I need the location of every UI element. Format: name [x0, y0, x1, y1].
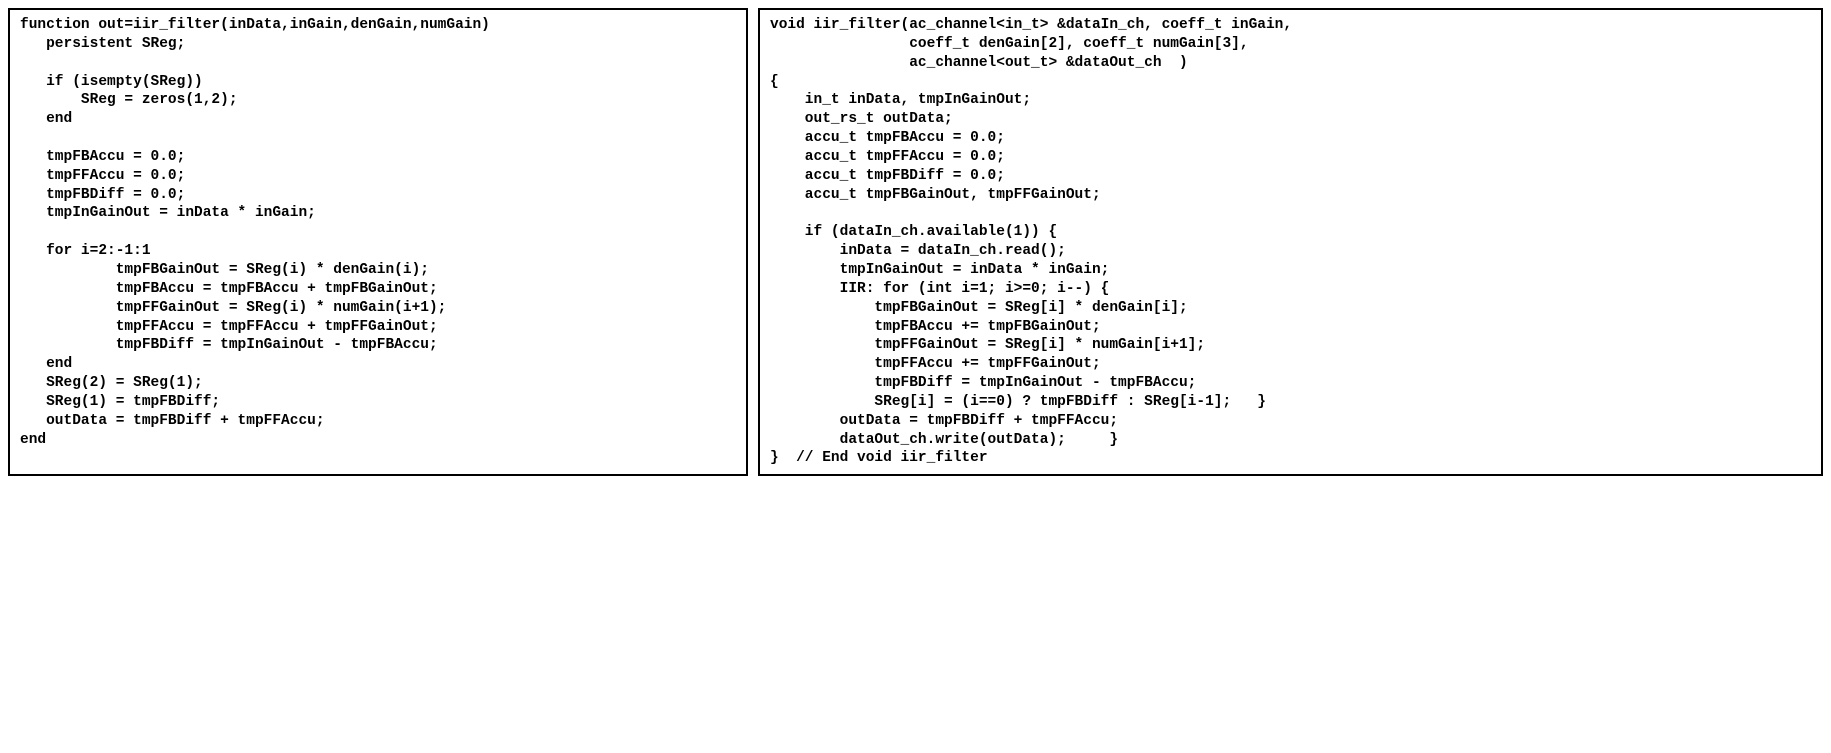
code-line: tmpFFGainOut = SReg(i) * numGain(i+1); — [20, 300, 446, 316]
code-line: SReg(2) = SReg(1); — [20, 375, 203, 391]
code-line: end — [20, 356, 72, 372]
code-line: SReg = zeros(1,2); — [20, 92, 238, 108]
code-line: SReg(1) = tmpFBDiff; — [20, 394, 220, 410]
code-comparison-container: function out=iir_filter(inData,inGain,de… — [8, 8, 1823, 476]
code-line: tmpInGainOut = inData * inGain; — [770, 262, 1109, 278]
code-line: persistent SReg; — [20, 36, 185, 52]
code-line: tmpInGainOut = inData * inGain; — [20, 205, 316, 221]
code-line: outData = tmpFBDiff + tmpFFAccu; — [770, 413, 1118, 429]
code-line: { — [770, 74, 779, 90]
code-line: accu_t tmpFBGainOut, tmpFFGainOut; — [770, 187, 1101, 203]
code-line: accu_t tmpFFAccu = 0.0; — [770, 149, 1005, 165]
code-line: tmpFBGainOut = SReg[i] * denGain[i]; — [770, 300, 1188, 316]
code-line: IIR: for (int i=1; i>=0; i--) { — [770, 281, 1109, 297]
matlab-code-box: function out=iir_filter(inData,inGain,de… — [8, 8, 748, 476]
code-line: coeff_t denGain[2], coeff_t numGain[3], — [770, 36, 1249, 52]
code-line: accu_t tmpFBAccu = 0.0; — [770, 130, 1005, 146]
code-line: if (isempty(SReg)) — [20, 74, 203, 90]
code-line: function out=iir_filter(inData,inGain,de… — [20, 17, 490, 33]
code-line: ac_channel<out_t> &dataOut_ch ) — [770, 55, 1188, 71]
code-line: tmpFFAccu += tmpFFGainOut; — [770, 356, 1101, 372]
code-line: for i=2:-1:1 — [20, 243, 151, 259]
code-line: tmpFFAccu = tmpFFAccu + tmpFFGainOut; — [20, 319, 438, 335]
code-line: } // End void iir_filter — [770, 450, 988, 466]
code-line: tmpFBAccu += tmpFBGainOut; — [770, 319, 1101, 335]
code-line: tmpFBAccu = 0.0; — [20, 149, 185, 165]
code-line: void iir_filter(ac_channel<in_t> &dataIn… — [770, 17, 1292, 33]
code-line: accu_t tmpFBDiff = 0.0; — [770, 168, 1005, 184]
cpp-code-box: void iir_filter(ac_channel<in_t> &dataIn… — [758, 8, 1823, 476]
code-line: end — [20, 432, 46, 448]
code-line: if (dataIn_ch.available(1)) { — [770, 224, 1057, 240]
code-line: inData = dataIn_ch.read(); — [770, 243, 1066, 259]
code-line: tmpFBDiff = 0.0; — [20, 187, 185, 203]
code-line: outData = tmpFBDiff + tmpFFAccu; — [20, 413, 325, 429]
code-line: tmpFBGainOut = SReg(i) * denGain(i); — [20, 262, 429, 278]
code-line: dataOut_ch.write(outData); } — [770, 432, 1118, 448]
code-line: in_t inData, tmpInGainOut; — [770, 92, 1031, 108]
code-line: tmpFBDiff = tmpInGainOut - tmpFBAccu; — [770, 375, 1196, 391]
code-line: end — [20, 111, 72, 127]
code-line: out_rs_t outData; — [770, 111, 953, 127]
code-line: tmpFBDiff = tmpInGainOut - tmpFBAccu; — [20, 337, 438, 353]
code-line: SReg[i] = (i==0) ? tmpFBDiff : SReg[i-1]… — [770, 394, 1266, 410]
code-line: tmpFFAccu = 0.0; — [20, 168, 185, 184]
code-line: tmpFFGainOut = SReg[i] * numGain[i+1]; — [770, 337, 1205, 353]
code-line: tmpFBAccu = tmpFBAccu + tmpFBGainOut; — [20, 281, 438, 297]
